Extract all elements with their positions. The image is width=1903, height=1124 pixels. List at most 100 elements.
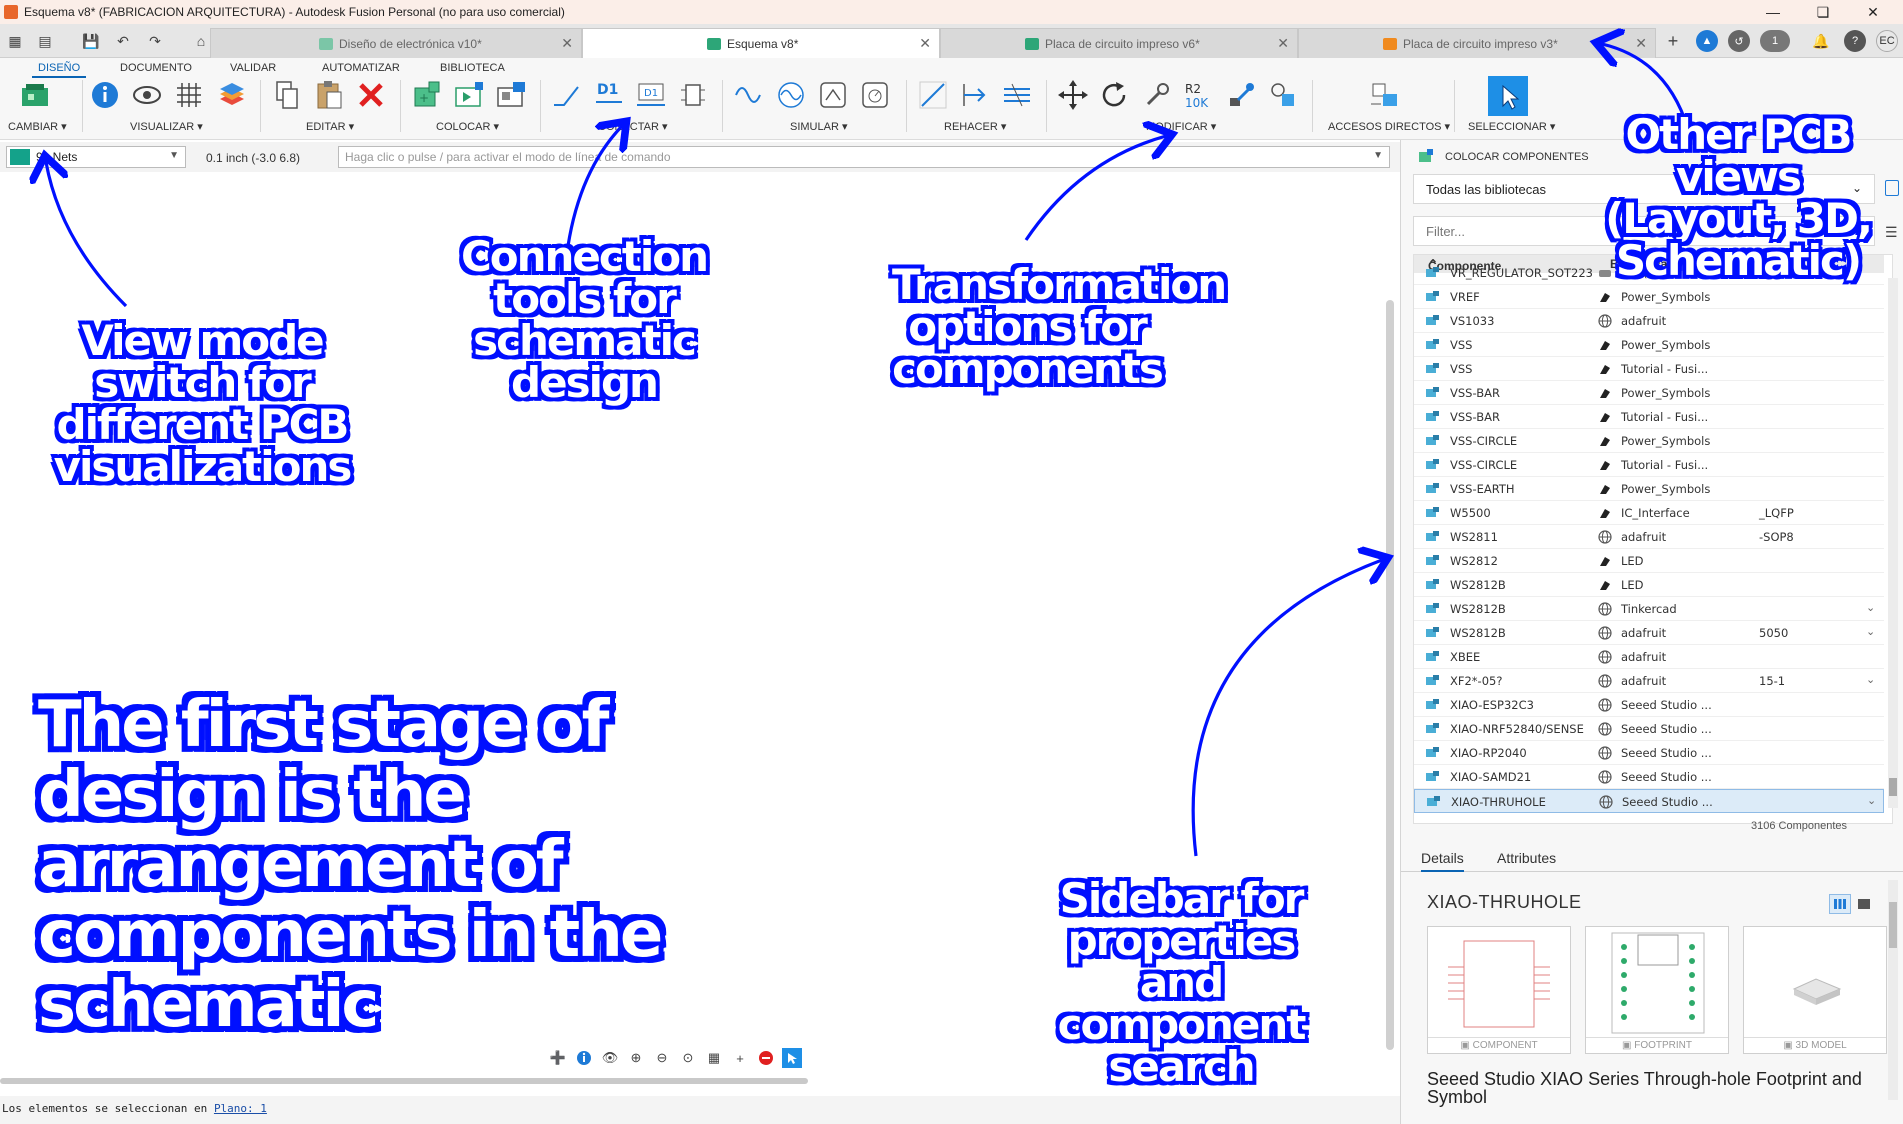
- close-tab-icon[interactable]: ✕: [1635, 35, 1647, 52]
- group-visualizar[interactable]: VISUALIZAR ▾: [130, 120, 203, 133]
- analysis-button[interactable]: [774, 78, 808, 112]
- chevron-down-icon[interactable]: ⌄: [1867, 794, 1876, 807]
- canvas-vertical-scrollbar[interactable]: [1386, 300, 1394, 1050]
- table-row[interactable]: XIAO-SAMD21 Seeed Studio ...: [1414, 765, 1884, 789]
- parallel-lines-button[interactable]: [1000, 78, 1034, 112]
- show-button[interactable]: [130, 78, 164, 112]
- table-row[interactable]: WS2812 LED: [1414, 549, 1884, 573]
- table-row[interactable]: VSS-BAR Power_Symbols: [1414, 381, 1884, 405]
- table-row[interactable]: VSS-CIRCLE Power_Symbols: [1414, 429, 1884, 453]
- scrollbar-thumb[interactable]: [1889, 902, 1897, 948]
- table-row[interactable]: VREF Power_Symbols: [1414, 285, 1884, 309]
- group-colocar[interactable]: COLOCAR ▾: [436, 120, 499, 133]
- table-row[interactable]: VSS-CIRCLE Tutorial - Fusi...: [1414, 453, 1884, 477]
- table-row[interactable]: WS2811 adafruit -SOP8: [1414, 525, 1884, 549]
- grid-button[interactable]: [172, 78, 206, 112]
- extensions-icon[interactable]: ▲: [1696, 30, 1718, 52]
- tab-placa-v3[interactable]: Placa de circuito impreso v3* ✕: [1298, 28, 1656, 58]
- smash-button[interactable]: [1224, 78, 1258, 112]
- home-icon[interactable]: ⌂: [192, 32, 210, 50]
- tab-details[interactable]: Details: [1421, 850, 1464, 872]
- save-icon[interactable]: 💾: [82, 32, 100, 50]
- component-preview[interactable]: ▣ COMPONENT: [1427, 926, 1571, 1054]
- select-button[interactable]: [1488, 76, 1528, 116]
- line-button[interactable]: [916, 78, 950, 112]
- move-button[interactable]: [1056, 78, 1090, 112]
- table-row[interactable]: XIAO-ESP32C3 Seeed Studio ...: [1414, 693, 1884, 717]
- group-accesos-directos[interactable]: ACCESOS DIRECTOS ▾: [1328, 120, 1450, 133]
- name-button[interactable]: D1: [592, 78, 626, 112]
- table-row[interactable]: XF2*-05? adafruit 15-1 ⌄: [1414, 669, 1884, 693]
- table-row[interactable]: VSS Tutorial - Fusi...: [1414, 357, 1884, 381]
- table-row[interactable]: XIAO-THRUHOLE Seeed Studio ... ⌄: [1414, 789, 1884, 813]
- route-button[interactable]: [958, 78, 992, 112]
- add-icon[interactable]: +: [730, 1048, 750, 1068]
- sync-icon[interactable]: ↺: [1728, 30, 1750, 52]
- table-row[interactable]: VSS-BAR Tutorial - Fusi...: [1414, 405, 1884, 429]
- table-row[interactable]: VSS Power_Symbols: [1414, 333, 1884, 357]
- probe-button[interactable]: [816, 78, 850, 112]
- chevron-down-icon[interactable]: ⌄: [1866, 625, 1875, 638]
- switch-view-button[interactable]: [18, 78, 52, 112]
- new-tab-icon[interactable]: +: [1664, 31, 1682, 51]
- copy-button[interactable]: [270, 78, 304, 112]
- group-editar[interactable]: EDITAR ▾: [306, 120, 354, 133]
- table-row[interactable]: VS1033 adafruit: [1414, 309, 1884, 333]
- tab-diseno[interactable]: DISEÑO: [32, 60, 87, 78]
- select-cursor-icon[interactable]: [782, 1048, 802, 1068]
- redo-icon[interactable]: ↷: [146, 32, 164, 50]
- table-row[interactable]: WS2812B LED: [1414, 573, 1884, 597]
- group-seleccionar[interactable]: SELECCIONAR ▾: [1468, 120, 1555, 133]
- restore-button[interactable]: ❏: [1800, 0, 1846, 24]
- table-row[interactable]: WS2812B adafruit 5050 ⌄: [1414, 621, 1884, 645]
- command-line-input[interactable]: Haga clic o pulse / para activar el modo…: [338, 146, 1390, 168]
- grid-apps-icon[interactable]: ▦: [6, 32, 24, 50]
- table-row[interactable]: W5500 IC_Interface _LQFP: [1414, 501, 1884, 525]
- group-rehacer[interactable]: REHACER ▾: [944, 120, 1006, 133]
- close-window-button[interactable]: ✕: [1850, 0, 1896, 24]
- chevron-down-icon[interactable]: ⌄: [1866, 601, 1875, 614]
- close-tab-icon[interactable]: ✕: [1277, 35, 1289, 52]
- zoom-fit-icon[interactable]: ⊙: [678, 1048, 698, 1068]
- zoom-out-icon[interactable]: ⊖: [652, 1048, 672, 1068]
- tab-automatizar[interactable]: AUTOMATIZAR: [316, 60, 406, 78]
- place-device-button[interactable]: [452, 78, 486, 112]
- tab-attributes[interactable]: Attributes: [1497, 850, 1556, 866]
- value-button[interactable]: R2 10K: [1182, 78, 1216, 112]
- tab-documento[interactable]: DOCUMENTO: [114, 60, 198, 78]
- info-icon[interactable]: [574, 1048, 594, 1068]
- net-button[interactable]: [550, 78, 584, 112]
- table-row[interactable]: WS2812B Tinkercad ⌄: [1414, 597, 1884, 621]
- place-module-button[interactable]: [494, 78, 528, 112]
- table-row[interactable]: XBEE adafruit: [1414, 645, 1884, 669]
- tab-biblioteca[interactable]: BIBLIOTECA: [434, 60, 511, 78]
- bus-button[interactable]: [676, 78, 710, 112]
- tab-placa-v6[interactable]: Placa de circuito impreso v6* ✕: [940, 28, 1298, 58]
- grid-icon[interactable]: ▦: [704, 1048, 724, 1068]
- details-scrollbar[interactable]: [1888, 880, 1898, 1100]
- crosshair-icon[interactable]: ➕: [548, 1048, 568, 1068]
- grid-view-toggle[interactable]: [1829, 894, 1851, 914]
- filter-settings-icon[interactable]: ☰: [1885, 224, 1898, 241]
- measure-button[interactable]: [858, 78, 892, 112]
- place-component-button[interactable]: +: [410, 78, 444, 112]
- library-manager-icon[interactable]: [1885, 180, 1899, 196]
- undo-icon[interactable]: ↶: [114, 32, 132, 50]
- table-row[interactable]: XIAO-RP2040 Seeed Studio ...: [1414, 741, 1884, 765]
- table-row[interactable]: XIAO-NRF52840/SENSE Seeed Studio ...: [1414, 717, 1884, 741]
- tab-esquema[interactable]: Esquema v8* ✕: [582, 28, 940, 58]
- group-simular[interactable]: SIMULAR ▾: [790, 120, 847, 133]
- group-modificar[interactable]: MODIFICAR ▾: [1146, 120, 1216, 133]
- minimize-button[interactable]: —: [1750, 0, 1796, 24]
- chevron-down-icon[interactable]: ⌄: [1866, 673, 1875, 686]
- rotate-button[interactable]: [1098, 78, 1132, 112]
- layers-button[interactable]: [214, 78, 248, 112]
- layer-select[interactable]: 91 Nets ▼: [6, 146, 186, 168]
- label-button[interactable]: D1: [634, 78, 668, 112]
- zoom-in-icon[interactable]: ⊕: [626, 1048, 646, 1068]
- list-view-toggle[interactable]: [1853, 894, 1875, 914]
- paste-button[interactable]: [312, 78, 346, 112]
- delete-button[interactable]: [354, 78, 388, 112]
- canvas-horizontal-scrollbar[interactable]: [0, 1078, 808, 1084]
- close-tab-icon[interactable]: ✕: [561, 35, 573, 52]
